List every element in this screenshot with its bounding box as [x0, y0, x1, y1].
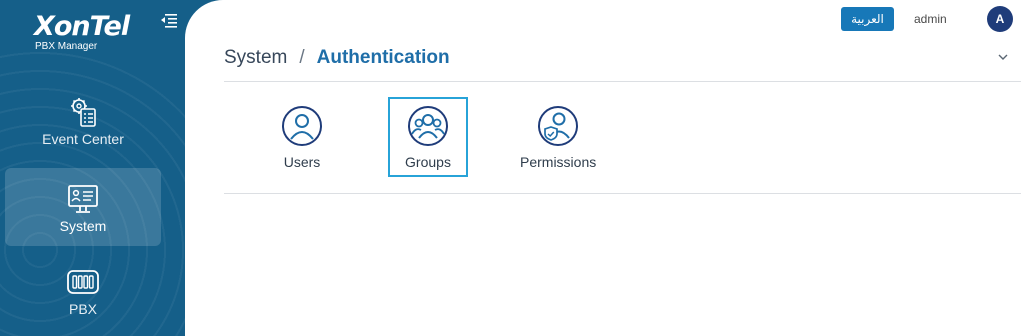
sidebar-item-label: System	[59, 218, 107, 234]
system-icon	[68, 185, 98, 213]
sidebar: XonTel PBX Manager Event Center System P…	[0, 0, 185, 336]
breadcrumb-parent[interactable]: System	[224, 47, 287, 69]
divider	[224, 81, 1021, 82]
divider	[224, 193, 1021, 194]
avatar[interactable]: A	[987, 6, 1013, 32]
tile-groups[interactable]: Groups	[388, 97, 468, 177]
tile-label: Users	[283, 154, 321, 170]
user-icon	[282, 106, 322, 146]
group-icon	[408, 106, 448, 146]
chevron-down-icon[interactable]	[996, 50, 1010, 64]
collapse-menu-icon[interactable]	[160, 12, 178, 28]
sidebar-item-label: PBX	[68, 301, 97, 317]
tile-label: Groups	[405, 154, 451, 170]
brand-subtitle: PBX Manager	[35, 41, 98, 52]
page-title: Authentication	[316, 47, 450, 68]
tile-users[interactable]: Users	[262, 97, 342, 177]
pbx-icon	[67, 270, 99, 294]
event-center-icon	[71, 98, 96, 127]
user-menu[interactable]: admin	[914, 12, 947, 26]
permissions-icon	[538, 106, 578, 146]
tile-permissions[interactable]: Permissions	[518, 97, 598, 177]
tile-label: Permissions	[520, 154, 597, 170]
sidebar-item-label: Event Center	[42, 131, 124, 147]
brand-logo[interactable]: XonTel PBX Manager	[34, 11, 130, 53]
sidebar-item-pbx[interactable]: PBX	[5, 265, 161, 336]
sidebar-item-event-center[interactable]: Event Center	[5, 95, 161, 173]
sidebar-item-system[interactable]: System	[5, 168, 161, 246]
breadcrumb-separator: /	[299, 47, 305, 68]
breadcrumb: System / Authentication	[224, 47, 450, 69]
brand-name: XonTel	[34, 11, 130, 42]
language-button[interactable]: العربية	[841, 7, 894, 31]
